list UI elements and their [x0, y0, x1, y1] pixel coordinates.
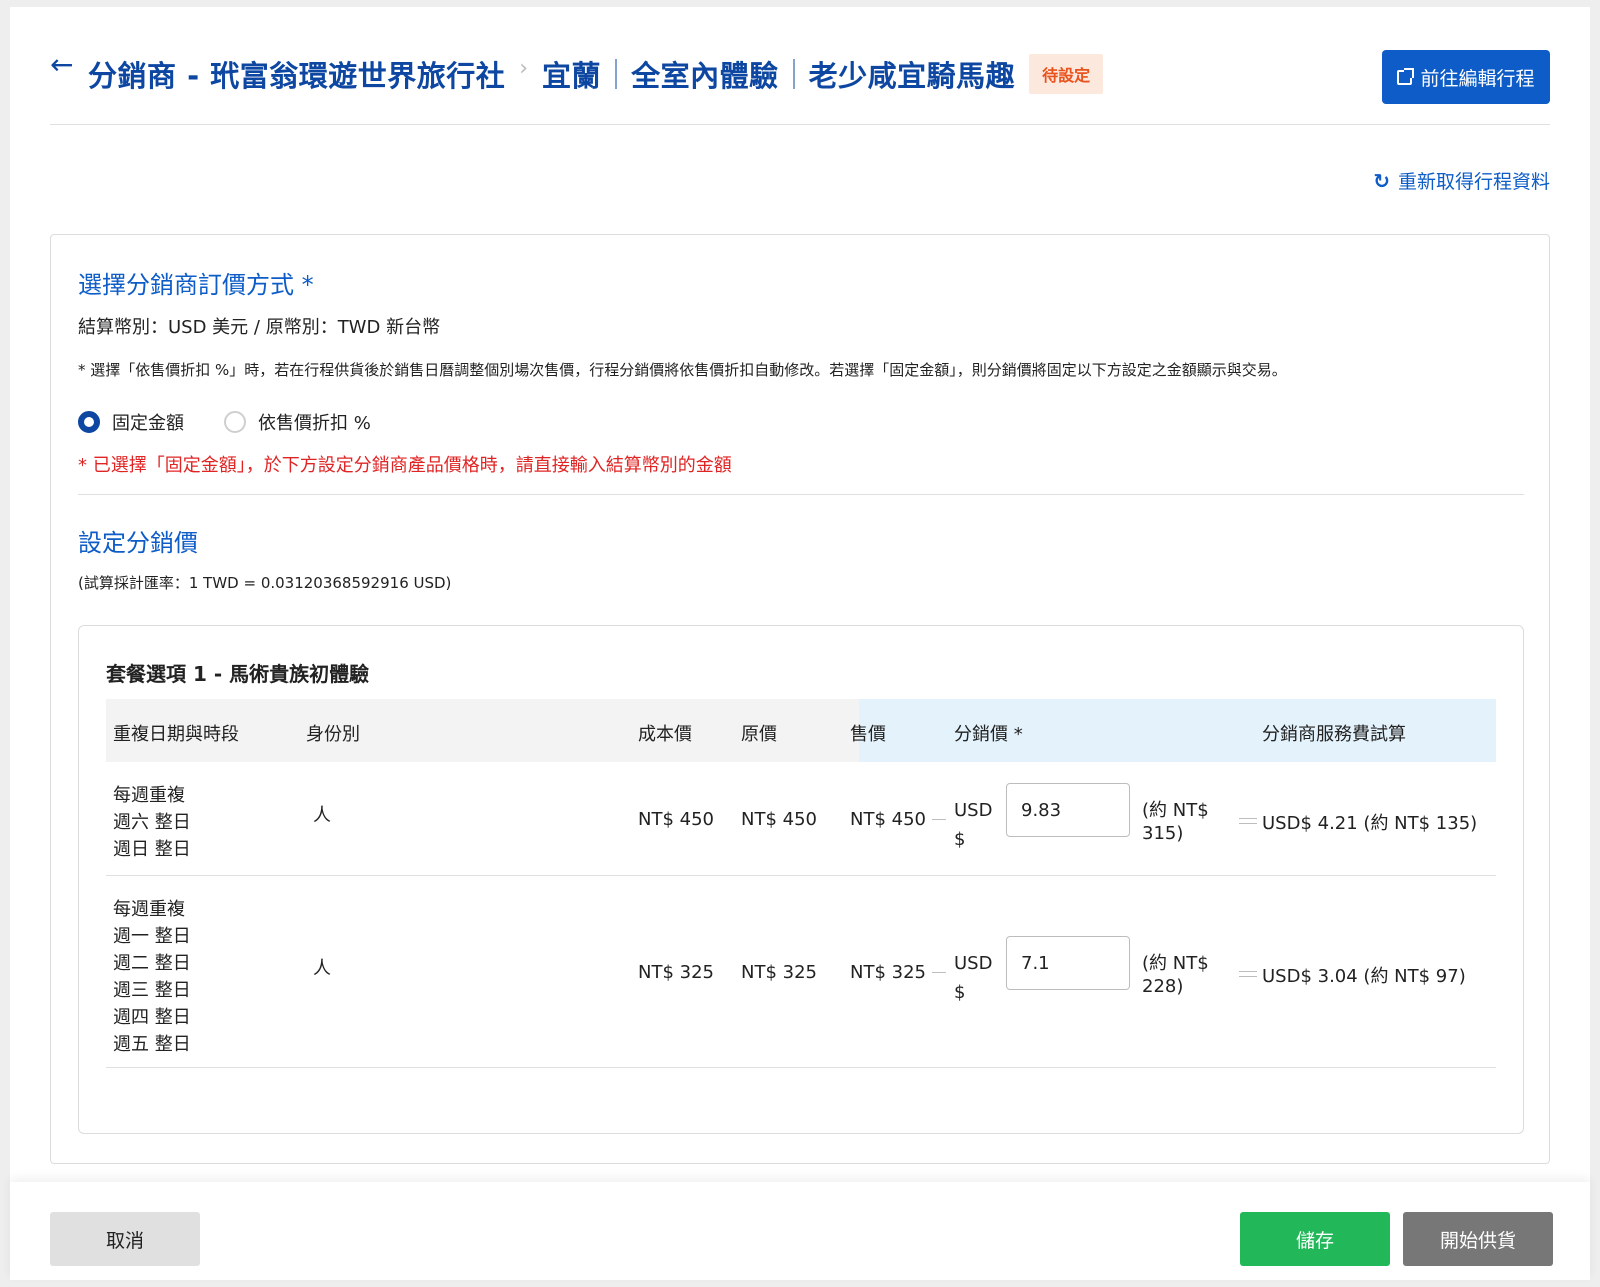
equals-icon — [1239, 971, 1257, 977]
dash-divider — [932, 972, 946, 973]
service-fee-value: USD$ 3.04 (約 NT$ 97) — [1262, 966, 1466, 987]
date-line: 週二 整日 — [113, 953, 191, 974]
approx-line: 228) — [1142, 976, 1184, 997]
date-line: 週六 整日 — [113, 812, 191, 833]
table-row: 每週重複 週一 整日 週二 整日 週三 整日 週四 整日 週五 整日 人 NT$… — [106, 876, 1496, 1068]
cost-price: NT$ 325 — [638, 962, 714, 983]
col-cost: 成本價 — [638, 724, 692, 745]
radio-fixed-amount-label: 固定金額 — [112, 413, 184, 434]
header-divider — [50, 124, 1550, 125]
exchange-rate-note: (試算採計匯率：1 TWD = 0.03120368592916 USD) — [78, 574, 452, 592]
approx-line: (約 NT$ — [1142, 953, 1209, 974]
approx-twd: (約 NT$ 315) — [1142, 799, 1209, 845]
approx-twd: (約 NT$ 228) — [1142, 952, 1209, 998]
col-service-fee: 分銷商服務費試算 — [1262, 724, 1406, 745]
breadcrumb-divider — [792, 59, 795, 89]
currency-symbol: $ — [954, 982, 966, 1003]
table-header: 重複日期與時段 身份別 成本價 原價 售價 分銷價 * 分銷商服務費試算 — [106, 699, 1496, 762]
date-line: 週一 整日 — [113, 926, 191, 947]
breadcrumb-distributor[interactable]: 分銷商 - 玳富翁環遊世界旅行社 — [88, 53, 505, 95]
date-line: 週四 整日 — [113, 1007, 191, 1028]
breadcrumb-category: 全室內體驗 — [631, 59, 779, 93]
page: ← 分銷商 - 玳富翁環遊世界旅行社 › 宜蘭 全室內體驗 老少咸宜騎馬趣 待設… — [10, 7, 1590, 1280]
action-footer: 取消 儲存 開始供貨 — [10, 1182, 1590, 1280]
refresh-icon: ↻ — [1373, 168, 1390, 193]
dash-divider — [932, 819, 946, 820]
date-line: 每週重複 — [113, 899, 185, 920]
col-distributor-price: 分銷價 * — [954, 724, 1023, 745]
save-button[interactable]: 儲存 — [1240, 1212, 1390, 1266]
sale-price: NT$ 325 — [850, 962, 926, 983]
breadcrumb-region: 宜蘭 — [542, 59, 602, 93]
repeat-dates: 每週重複 週六 整日 週日 整日 — [113, 782, 191, 863]
equals-icon — [1239, 818, 1257, 824]
service-fee-value: USD$ 4.21 (約 NT$ 135) — [1262, 813, 1478, 834]
radio-fixed-amount[interactable]: 固定金額 — [78, 409, 184, 435]
pricing-note: * 選擇「依售價折扣 %」時，若在行程供貨後於銷售日曆調整個別場次售價，行程分銷… — [78, 361, 1287, 379]
original-price: NT$ 325 — [741, 962, 817, 983]
col-sale: 售價 — [850, 724, 886, 745]
date-line: 週日 整日 — [113, 839, 191, 860]
start-supply-button[interactable]: 開始供貨 — [1403, 1212, 1553, 1266]
page-header: ← 分銷商 - 玳富翁環遊世界旅行社 › 宜蘭 全室內體驗 老少咸宜騎馬趣 待設… — [50, 43, 1550, 105]
date-line: 每週重複 — [113, 785, 185, 806]
cancel-button[interactable]: 取消 — [50, 1212, 200, 1266]
section-divider — [78, 494, 1524, 495]
currency-symbol: $ — [954, 829, 966, 850]
radio-discount-percent[interactable]: 依售價折扣 % — [224, 409, 371, 435]
currency-label: USD $ — [954, 949, 992, 1007]
price-table: 重複日期與時段 身份別 成本價 原價 售價 分銷價 * 分銷商服務費試算 每週重… — [106, 699, 1496, 1068]
cost-price: NT$ 450 — [638, 809, 714, 830]
repeat-dates: 每週重複 週一 整日 週二 整日 週三 整日 週四 整日 週五 整日 — [113, 896, 191, 1058]
pricing-card: 選擇分銷商訂價方式 * 結算幣別：USD 美元 / 原幣別：TWD 新台幣 * … — [50, 234, 1550, 1164]
external-link-icon — [1397, 67, 1415, 85]
refresh-itinerary-link[interactable]: ↻ 重新取得行程資料 — [1373, 167, 1550, 194]
original-price: NT$ 450 — [741, 809, 817, 830]
fixed-amount-warning: * 已選擇「固定金額」，於下方設定分銷商產品價格時，請直接輸入結算幣別的金額 — [78, 455, 732, 476]
sale-price: NT$ 450 — [850, 809, 926, 830]
radio-discount-percent-label: 依售價折扣 % — [258, 413, 371, 434]
distributor-price-input[interactable] — [1006, 783, 1130, 837]
currency-code: USD — [954, 953, 993, 974]
date-line: 週五 整日 — [113, 1034, 191, 1055]
breadcrumb-divider — [615, 59, 618, 89]
currency-info: 結算幣別：USD 美元 / 原幣別：TWD 新台幣 — [78, 317, 441, 338]
breadcrumb-product: 老少咸宜騎馬趣 — [808, 59, 1016, 93]
col-original: 原價 — [741, 724, 777, 745]
col-identity: 身份別 — [306, 724, 360, 745]
edit-itinerary-button[interactable]: 前往編輯行程 — [1382, 50, 1550, 104]
currency-code: USD — [954, 800, 993, 821]
distributor-price-title: 設定分銷價 — [78, 529, 198, 557]
date-line: 週三 整日 — [113, 980, 191, 1001]
package-title: 套餐選項 1 - 馬術貴族初體驗 — [106, 662, 370, 686]
approx-line: (約 NT$ — [1142, 800, 1209, 821]
pricing-method-radio-group: 固定金額 依售價折扣 % — [78, 409, 411, 435]
table-row: 每週重複 週六 整日 週日 整日 人 NT$ 450 NT$ 450 NT$ 4… — [106, 762, 1496, 876]
radio-checked-icon — [78, 411, 100, 433]
identity-value: 人 — [313, 958, 331, 979]
back-arrow-icon[interactable]: ← — [50, 51, 80, 83]
package-option-box: 套餐選項 1 - 馬術貴族初體驗 重複日期與時段 身份別 成本價 原價 售價 分… — [78, 625, 1524, 1134]
distributor-price-input[interactable] — [1006, 936, 1130, 990]
status-badge: 待設定 — [1029, 54, 1104, 94]
approx-line: 315) — [1142, 823, 1184, 844]
edit-itinerary-label: 前往編輯行程 — [1420, 67, 1535, 90]
refresh-label: 重新取得行程資料 — [1397, 171, 1550, 193]
pricing-method-title: 選擇分銷商訂價方式 * — [78, 271, 314, 299]
col-dates: 重複日期與時段 — [113, 724, 239, 745]
chevron-right-icon: › — [519, 55, 529, 81]
identity-value: 人 — [313, 805, 331, 826]
currency-label: USD $ — [954, 796, 992, 854]
radio-unchecked-icon — [224, 411, 246, 433]
